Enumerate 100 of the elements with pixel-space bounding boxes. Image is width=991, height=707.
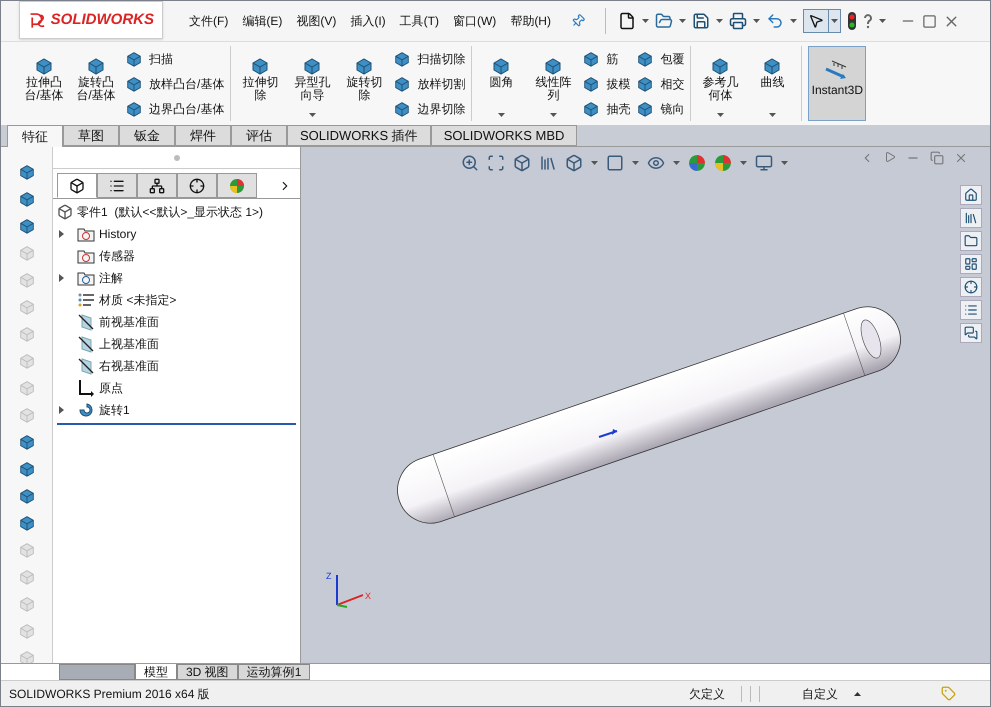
ribbon-button[interactable]: 拉伸凸台/基体 [21, 46, 67, 121]
expand-triangle-icon[interactable] [59, 230, 64, 238]
ribbon-tab[interactable]: 焊件 [175, 125, 231, 146]
expand-triangle-icon[interactable] [59, 406, 64, 414]
tree-root-label[interactable]: 零件1 (默认<<默认>_显示状态 1>) [77, 203, 264, 221]
ribbon-button[interactable]: 放样切割 [393, 74, 466, 92]
caret-icon[interactable] [716, 19, 723, 23]
ribbon-tab[interactable]: 草图 [63, 125, 119, 146]
layout-icon[interactable] [964, 257, 978, 271]
menu-item[interactable]: 帮助(H) [510, 12, 551, 30]
menu-item[interactable]: 工具(T) [400, 12, 439, 30]
printer-icon[interactable] [728, 12, 747, 30]
undo-icon[interactable] [766, 12, 784, 30]
crosshair-icon[interactable] [964, 280, 978, 294]
tree-item[interactable]: 材质 <未指定> [99, 291, 176, 309]
caret-icon[interactable] [673, 161, 680, 165]
pointer-icon[interactable] [808, 13, 824, 29]
model-tab[interactable]: 模型 [135, 664, 177, 680]
caret-icon[interactable] [830, 19, 838, 23]
caret-icon[interactable] [591, 161, 598, 165]
caret-icon[interactable] [878, 19, 886, 23]
caret-icon[interactable] [790, 19, 797, 23]
ribbon-button[interactable]: 曲线 [749, 46, 796, 121]
cube-icon[interactable] [513, 154, 531, 172]
splitter-handle[interactable] [174, 154, 180, 160]
color-ball-icon[interactable] [688, 154, 706, 172]
ribbon-button[interactable]: 边界凸台/基体 [125, 100, 224, 118]
caret-icon[interactable] [740, 161, 747, 165]
ribbon-button[interactable]: 扫描 [125, 50, 224, 68]
ribbon-button[interactable]: 旋转切除 [341, 46, 388, 121]
ribbon-button[interactable]: 旋转凸台/基体 [73, 46, 119, 121]
menu-item[interactable]: 插入(I) [350, 12, 386, 30]
monitor-icon[interactable] [755, 154, 773, 172]
tree-item[interactable]: 上视基准面 [99, 335, 159, 353]
panel-tab[interactable] [177, 173, 217, 198]
ribbon-button[interactable]: 拉伸切除 [237, 46, 284, 121]
ribbon-button[interactable]: 筋 [582, 50, 630, 68]
caret-icon[interactable] [498, 113, 505, 117]
ribbon-button[interactable]: 边界切除 [393, 100, 466, 118]
open-folder-icon[interactable] [654, 12, 673, 30]
caret-icon[interactable] [550, 113, 557, 117]
ribbon-button[interactable]: 异型孔向导 [289, 46, 336, 121]
menu-item[interactable]: 文件(F) [189, 12, 228, 30]
ribbon-button[interactable]: 圆角 [478, 46, 524, 121]
menu-item[interactable]: 窗口(W) [452, 12, 496, 30]
ribbon-tab[interactable]: SOLIDWORKS 插件 [287, 125, 431, 146]
menu-item[interactable]: 编辑(E) [242, 12, 282, 30]
books-icon[interactable] [964, 211, 978, 225]
ribbon-tab[interactable]: 钣金 [119, 125, 175, 146]
panel-tab[interactable] [137, 173, 177, 198]
ribbon-button[interactable]: 放样凸台/基体 [125, 74, 224, 92]
caret-icon[interactable] [716, 113, 724, 117]
panel-right-icon[interactable] [884, 151, 896, 163]
tree-item[interactable]: 右视基准面 [99, 357, 159, 375]
tree-item[interactable]: 前视基准面 [99, 313, 159, 331]
ribbon-button[interactable]: 抽壳 [582, 100, 630, 118]
ribbon-button[interactable]: 拔模 [582, 74, 630, 92]
model-tab[interactable]: 3D 视图 [177, 664, 238, 680]
caret-icon[interactable] [752, 19, 760, 23]
caret-icon[interactable] [632, 161, 639, 165]
ribbon-tab[interactable]: 特征 [7, 125, 63, 147]
tree-item[interactable]: 原点 [99, 379, 123, 397]
caret-icon[interactable] [642, 19, 649, 23]
help-icon[interactable] [862, 13, 873, 29]
expand-triangle-icon[interactable] [59, 274, 64, 282]
3d-viewport[interactable]: Z X [301, 147, 990, 663]
panel-tab[interactable] [97, 173, 137, 198]
ribbon-button[interactable]: 包覆 [636, 50, 684, 68]
restore-icon[interactable] [930, 151, 944, 165]
tree-item[interactable]: 注解 [99, 269, 123, 287]
zoom-area-icon[interactable] [487, 154, 505, 172]
model-tab[interactable]: 运动算例1 [238, 664, 310, 680]
caret-icon[interactable] [678, 19, 686, 23]
save-icon[interactable] [692, 12, 710, 30]
select-button[interactable] [802, 9, 841, 33]
close-icon[interactable] [954, 151, 968, 165]
cube-icon[interactable] [565, 154, 583, 172]
caret-icon[interactable] [781, 161, 788, 165]
folder-icon[interactable] [964, 234, 978, 248]
chat-icon[interactable] [964, 326, 978, 340]
caret-up-icon[interactable] [854, 692, 861, 696]
ribbon-button[interactable]: 参考几何体 [697, 46, 744, 121]
tree-item[interactable]: 传感器 [99, 247, 135, 265]
maximize-icon[interactable] [922, 14, 937, 28]
panel-tab[interactable] [57, 173, 97, 198]
list-icon[interactable] [964, 303, 978, 317]
ribbon-button[interactable]: 镜向 [636, 100, 684, 118]
new-document-icon[interactable] [618, 12, 636, 30]
instant3d-button[interactable]: Instant3D [808, 46, 866, 121]
units-selector[interactable]: 自定义 [802, 684, 838, 702]
menu-item[interactable]: 视图(V) [296, 12, 336, 30]
tree-item[interactable]: 旋转1 [99, 401, 130, 419]
zoom-icon[interactable] [461, 154, 479, 172]
ribbon-tab[interactable]: 评估 [231, 125, 287, 146]
ribbon-button[interactable]: 相交 [636, 74, 684, 92]
color-ball-icon[interactable] [714, 154, 732, 172]
home-icon[interactable] [964, 188, 978, 202]
ribbon-tab[interactable]: SOLIDWORKS MBD [430, 125, 578, 146]
traffic-light-icon[interactable] [846, 11, 857, 31]
tree-item[interactable]: History [99, 225, 136, 243]
